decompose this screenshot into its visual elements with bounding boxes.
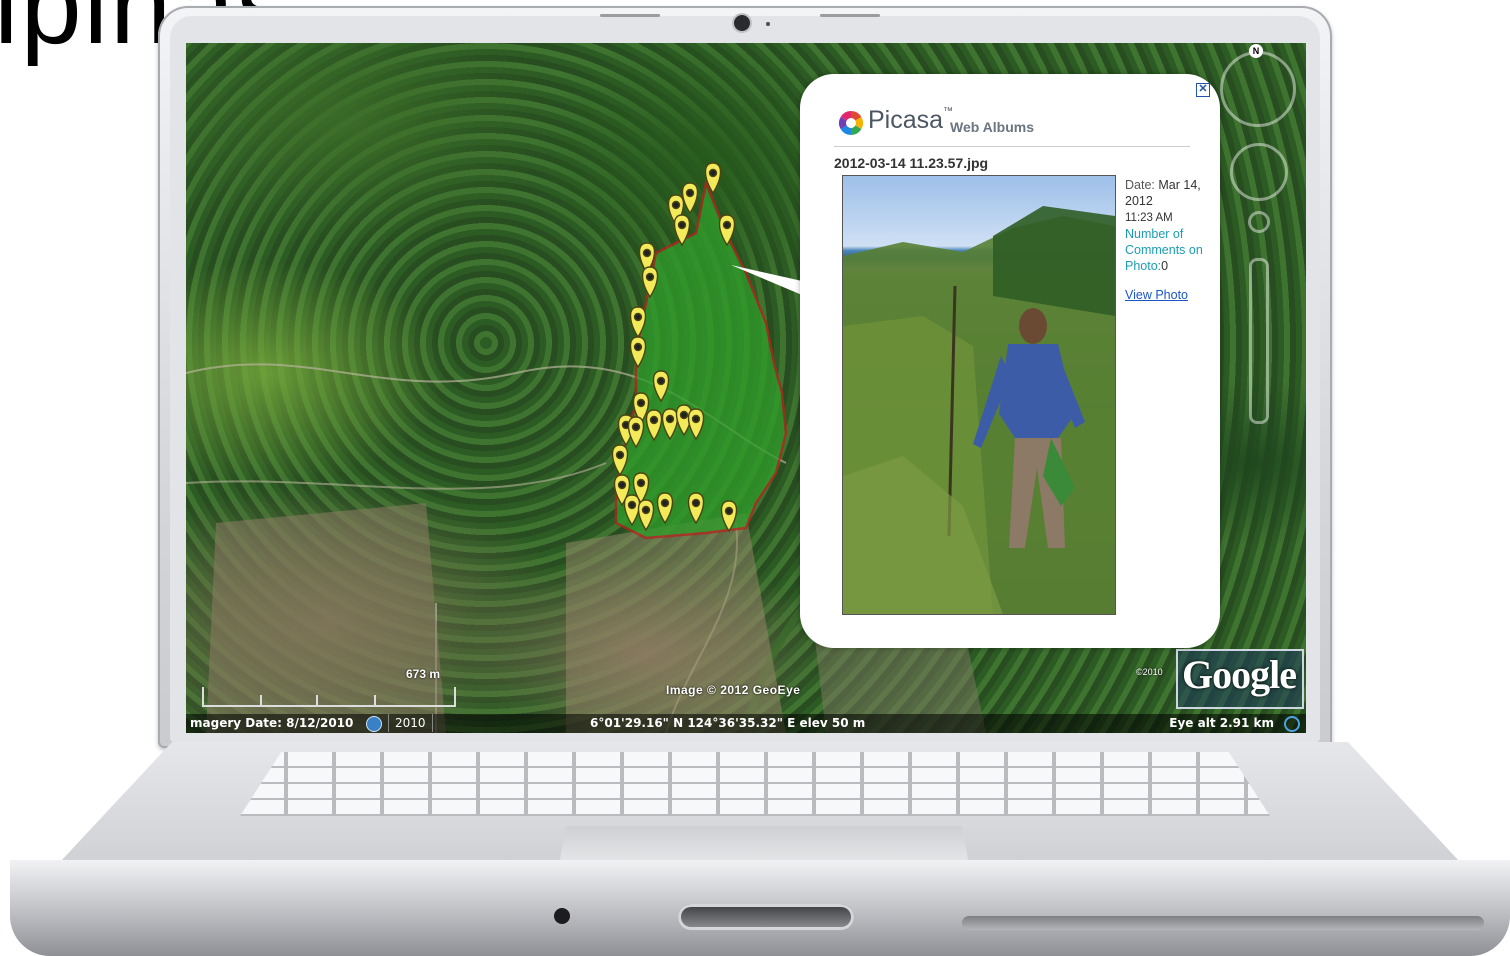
laptop-latch	[678, 904, 854, 930]
close-icon[interactable]: ✕	[1196, 83, 1210, 97]
placemark-icon	[681, 182, 699, 215]
divider	[834, 146, 1190, 147]
photo-metadata: Date: Mar 14, 2012 11:23 AM Number of Co…	[1125, 177, 1205, 303]
webcam-led	[766, 22, 770, 26]
picasa-trademark: ™	[943, 106, 954, 117]
picasa-logo-icon	[838, 111, 864, 135]
move-control[interactable]	[1230, 143, 1288, 201]
eye-altitude: Eye alt 2.91 km	[1169, 716, 1274, 730]
look-around-control[interactable]	[1220, 51, 1296, 127]
picasa-subtitle: Web Albums	[950, 119, 1035, 135]
image-credit: Image © 2012 GeoEye	[666, 683, 801, 697]
view-photo-link[interactable]: View Photo	[1125, 287, 1188, 303]
comments-count: 0	[1161, 259, 1169, 273]
picasa-brand-name: Picasa	[868, 106, 944, 134]
historical-imagery-icon[interactable]	[366, 716, 382, 732]
streaming-indicator-icon	[1284, 716, 1300, 732]
time-value: 11:23 AM	[1125, 212, 1173, 224]
laptop-keyboard	[240, 752, 1270, 816]
photo-image	[843, 206, 1115, 614]
street-view-pegman-icon[interactable]	[1248, 211, 1270, 233]
zoom-slider[interactable]	[1249, 258, 1269, 424]
date-label: Date:	[1125, 178, 1155, 192]
pointer-coordinates: 6°01'29.16" N 124°36'35.32" E elev 50 m	[590, 716, 866, 730]
map-road	[186, 462, 607, 490]
imagery-date: magery Date: 8/12/2010	[190, 716, 354, 730]
laptop-vent	[962, 916, 1484, 930]
scale-tick	[260, 695, 262, 705]
picasa-brand: Picasa™	[868, 106, 953, 135]
map-farmland	[566, 513, 786, 733]
scale-tick	[316, 695, 318, 705]
google-earth-view[interactable]: N 673 m Image © 2012 GeoEye ©2010 Google…	[186, 43, 1306, 733]
google-logo-text: Google	[1182, 652, 1297, 697]
google-copyright: ©2010	[1136, 667, 1163, 677]
power-indicator-icon	[554, 908, 570, 924]
photo-filename: 2012-03-14 11.23.57.jpg	[834, 155, 989, 171]
bezel-detail	[600, 14, 660, 17]
placemark-info-balloon: ✕ Picasa™ Web Albums 2012-03-14 11.23.57…	[800, 74, 1220, 648]
compass-north-icon[interactable]: N	[1249, 44, 1263, 58]
scale-tick	[374, 695, 376, 705]
webcam-icon	[734, 15, 750, 31]
status-bar: magery Date: 8/12/2010 2010 6°01'29.16" …	[186, 714, 1306, 733]
google-logo: Google	[1176, 649, 1304, 709]
photo-thumbnail[interactable]	[842, 175, 1116, 615]
scale-bar	[202, 687, 456, 707]
imagery-year[interactable]: 2010	[388, 714, 433, 732]
bezel-detail	[820, 14, 880, 17]
scale-label: 673 m	[406, 667, 441, 681]
